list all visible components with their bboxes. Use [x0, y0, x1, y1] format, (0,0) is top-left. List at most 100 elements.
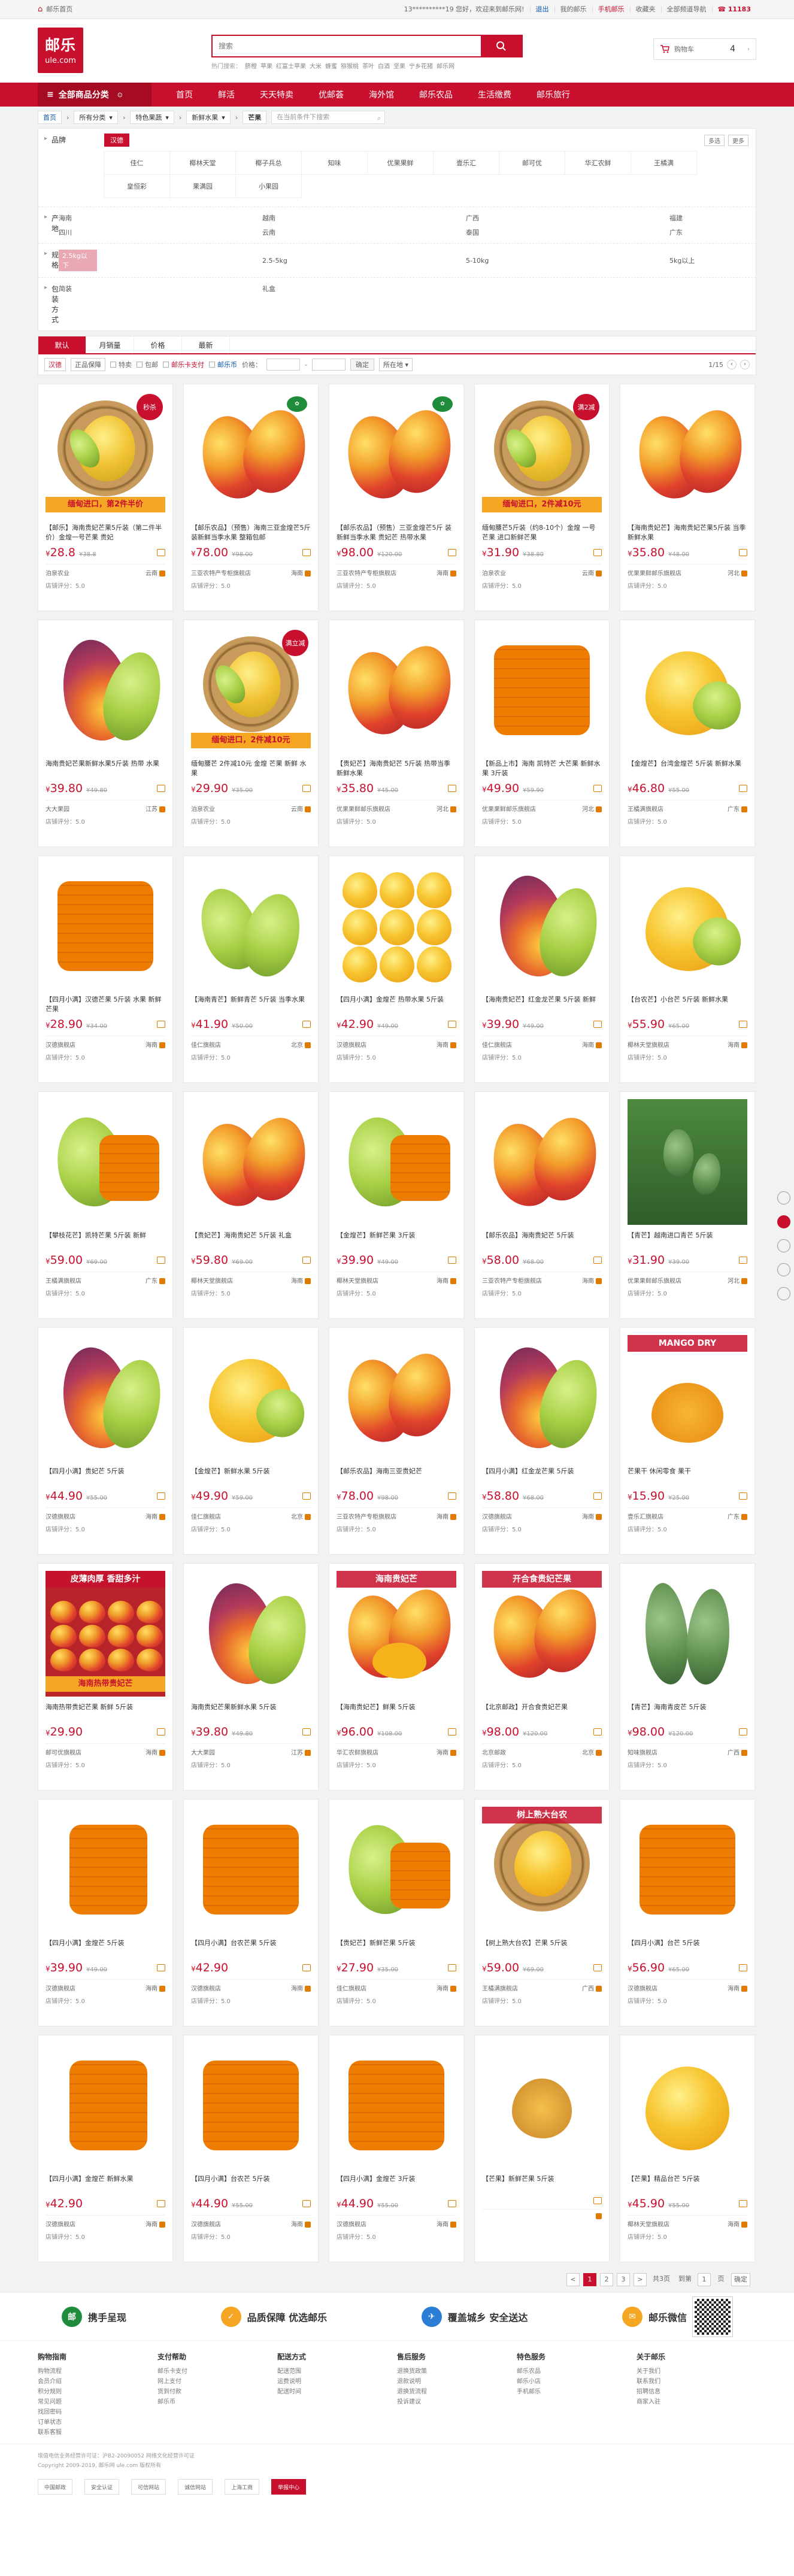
pager-page-1[interactable]: 1	[583, 2273, 596, 2286]
product-image[interactable]	[46, 1099, 165, 1225]
add-to-cart-icon[interactable]	[157, 1492, 165, 1500]
product-name[interactable]: 【贵妃芒】海南贵妃芒 5斤装 热带当季新鲜水果	[337, 759, 456, 778]
product-image[interactable]	[46, 1807, 165, 1932]
sort-tab[interactable]: 价格	[134, 336, 182, 353]
product-card[interactable]: ✿ 【邮乐农品】（预售）海南三亚金煌芒5斤 装新鲜当季水果 整箱包邮 ¥78.00 ¥…	[183, 384, 319, 611]
product-card[interactable]: 满2减 缅甸进口，2件减10元 缅甸腰芒5斤装（约8-10个）金煌 一号芒果 进口新…	[474, 384, 610, 611]
product-image[interactable]	[337, 1807, 456, 1932]
shop-name[interactable]: 泊泉农业	[46, 568, 69, 577]
product-card[interactable]: 【芒果】精品台芒 5斤装 ¥45.90 ¥55.00 椰林天堂旗舰店 海南 店铺评分：5.…	[620, 2035, 755, 2262]
add-to-cart-icon[interactable]	[593, 1257, 602, 1264]
brand-option[interactable]: 小果园	[235, 174, 302, 198]
multi-select-button[interactable]: 多选	[704, 134, 725, 146]
sort-tab[interactable]: 默认	[38, 336, 86, 353]
hot-word[interactable]: 茶叶	[362, 61, 374, 70]
add-to-cart-icon[interactable]	[739, 785, 747, 792]
shop-name[interactable]: 优果果鲜邮乐旗舰店	[482, 804, 536, 813]
product-card[interactable]: 满立减 缅甸进口，2件减10元 缅甸腰芒 2件减10元 金煌 芒果 新鲜 水果 ¥29…	[183, 620, 319, 847]
sort-tab[interactable]: 最新	[182, 336, 230, 353]
footer-link[interactable]: 商家入驻	[637, 2397, 756, 2407]
product-image[interactable]: 海南热带贵妃芒 皮薄肉厚 香甜多汁	[46, 1571, 165, 1697]
product-name[interactable]: 【台农芒】小台芒 5斤装 新鲜水果	[628, 995, 747, 1014]
add-to-cart-icon[interactable]	[157, 1964, 165, 1971]
check-ulecard[interactable]: 邮乐卡支付	[163, 360, 204, 369]
footer-link[interactable]: 找回密码	[38, 2407, 157, 2417]
shop-name[interactable]: 汉德旗舰店	[191, 1983, 221, 1992]
product-card[interactable]: 【贵妃芒】海南贵妃芒 5斤装 礼盒 ¥59.80 ¥69.00 椰林天堂旗舰店 海南 店铺…	[183, 1091, 319, 1319]
footer-link[interactable]: 运费说明	[277, 2377, 397, 2387]
history-icon[interactable]	[777, 1263, 790, 1276]
product-card[interactable]: 树上熟大台农 【树上熟大台农】芒果 5斤装 ¥59.00 ¥69.00 王橘满旗舰店 广西…	[474, 1799, 610, 2026]
origin-option[interactable]: 四川	[59, 227, 262, 237]
shop-name[interactable]: 椰林天堂旗舰店	[191, 1276, 233, 1285]
add-to-cart-icon[interactable]	[739, 1728, 747, 1735]
product-card[interactable]: 【芒果】新鲜芒果 5斤装	[474, 2035, 610, 2262]
brand-option[interactable]: 优果果鲜	[367, 151, 434, 175]
footer-link[interactable]: 邮乐币	[157, 2397, 277, 2407]
channels-link[interactable]: 全部频道导航	[660, 6, 712, 13]
shop-name[interactable]: 知味旗舰店	[628, 1747, 657, 1756]
hot-word[interactable]: 大米	[310, 61, 322, 70]
nav-item[interactable]: 海外馆	[356, 89, 407, 101]
shop-name[interactable]: 汉德旗舰店	[628, 1983, 657, 1992]
price-max-input[interactable]	[311, 359, 346, 371]
shop-name[interactable]: 椰林天堂旗舰店	[628, 1040, 669, 1049]
nav-item[interactable]: 优邮荟	[306, 89, 356, 101]
product-card[interactable]: 【青芒】海南青皮芒 5斤装 ¥98.00 ¥120.00 知味旗舰店 广西 店铺评分：5.…	[620, 1563, 755, 1791]
product-card[interactable]: 【贵妃芒】新鲜芒果 5斤装 ¥27.90 ¥35.00 佳仁旗舰店 海南 店铺评分：5.0	[329, 1799, 464, 2026]
product-card[interactable]: 【青芒】越南进口青芒 5斤装 ¥31.90 ¥39.00 优果果鲜邮乐旗舰店 河北 店铺评…	[620, 1091, 755, 1319]
footer-link[interactable]: 联系我们	[637, 2377, 756, 2387]
add-to-cart-icon[interactable]	[302, 1021, 311, 1028]
product-image[interactable]	[628, 863, 747, 989]
add-to-cart-icon[interactable]	[739, 1021, 747, 1028]
shop-name[interactable]: 三亚农特产专柜旗舰店	[337, 1512, 396, 1521]
search-button[interactable]	[481, 36, 522, 56]
shop-name[interactable]: 邮可优旗舰店	[46, 1747, 81, 1756]
product-name[interactable]: 【四月小满】台农芒 5斤装	[191, 2174, 311, 2193]
product-card[interactable]: 【海南青芒】新鲜青芒 5斤装 当季水果 ¥41.90 ¥50.00 佳仁旗舰店 北京 店铺…	[183, 855, 319, 1083]
add-to-cart-icon[interactable]	[593, 1021, 602, 1028]
product-name[interactable]: 【金煌芒】台湾金煌芒 5斤装 新鲜水果	[628, 759, 747, 778]
add-to-cart-icon[interactable]	[739, 1964, 747, 1971]
origin-option[interactable]: 越南	[262, 213, 466, 223]
product-name[interactable]: 【青芒】越南进口青芒 5斤装	[628, 1231, 747, 1250]
more-button[interactable]: 更多	[728, 134, 748, 146]
product-name[interactable]: 【四月小满】汉德芒果 5斤装 水果 新鲜 芒果	[46, 995, 165, 1014]
product-card[interactable]: 【金煌芒】台湾金煌芒 5斤装 新鲜水果 ¥46.80 ¥55.00 王橘满旗舰店 广东店…	[620, 620, 755, 847]
product-image[interactable]	[46, 2043, 165, 2168]
product-card[interactable]: 开合食贵妃芒果 【北京邮政】开合食贵妃芒果 ¥98.00 ¥120.00 北京邮政 北京店…	[474, 1563, 610, 1791]
product-image[interactable]: 满立减 缅甸进口，2件减10元	[191, 627, 311, 753]
pager-next[interactable]: >	[634, 2273, 647, 2286]
hot-word[interactable]: 邮乐网	[437, 61, 454, 70]
product-name[interactable]: 【海南贵妃芒】鲜果 5斤装	[337, 1703, 456, 1722]
product-image[interactable]	[191, 1807, 311, 1932]
shop-name[interactable]: 佳仁旗舰店	[191, 1512, 221, 1521]
product-image[interactable]: MANGO DRY	[628, 1335, 747, 1461]
product-card[interactable]: ✿ 【邮乐农品】（预售）三亚金煌芒5斤 装新鲜当季水果 贵妃芒 热带水果 ¥98.0…	[329, 384, 464, 611]
product-name[interactable]: 【四月小满】红金龙芒果 5斤装	[482, 1467, 602, 1486]
pager-page-3[interactable]: 3	[617, 2273, 630, 2286]
product-image[interactable]	[46, 1335, 165, 1461]
product-card[interactable]: 【攀枝花芒】凯特芒果 5斤装 新鲜 ¥59.00 ¥69.00 王橘满旗舰店 广东 店铺评…	[38, 1091, 173, 1319]
product-name[interactable]: 【邮乐农品】（预售）三亚金煌芒5斤 装新鲜当季水果 贵妃芒 热带水果	[337, 523, 456, 542]
area-select[interactable]: 所在地 ▾	[378, 358, 413, 371]
add-to-cart-icon[interactable]	[593, 549, 602, 556]
pack-option[interactable]: 礼盒	[262, 284, 466, 324]
product-name[interactable]: 海南贵妃芒果新鲜水果5斤装 热带 水果	[46, 759, 165, 778]
add-to-cart-icon[interactable]	[593, 1964, 602, 1971]
shop-name[interactable]: 大大果园	[191, 1747, 215, 1756]
nav-item[interactable]: 邮乐农品	[407, 89, 465, 101]
product-name[interactable]: 【四月小满】贵妃芒 5斤装	[46, 1467, 165, 1486]
cart-side-icon[interactable]	[777, 1215, 790, 1228]
product-image[interactable]	[628, 1807, 747, 1932]
footer-link[interactable]: 退换货流程	[397, 2387, 517, 2397]
add-to-cart-icon[interactable]	[157, 549, 165, 556]
footer-link[interactable]: 投诉建议	[397, 2397, 517, 2407]
brand-option[interactable]: 王橘满	[631, 151, 697, 175]
spec-option[interactable]: 5kg以上	[669, 256, 794, 265]
product-card[interactable]: 【四月小满】红金龙芒果 5斤装 ¥58.80 ¥68.00 汉德旗舰店 海南 店铺评分：5…	[474, 1327, 610, 1555]
product-image[interactable]	[482, 863, 602, 989]
add-to-cart-icon[interactable]	[302, 549, 311, 556]
shop-name[interactable]: 大大果园	[46, 804, 69, 813]
add-to-cart-icon[interactable]	[302, 1257, 311, 1264]
